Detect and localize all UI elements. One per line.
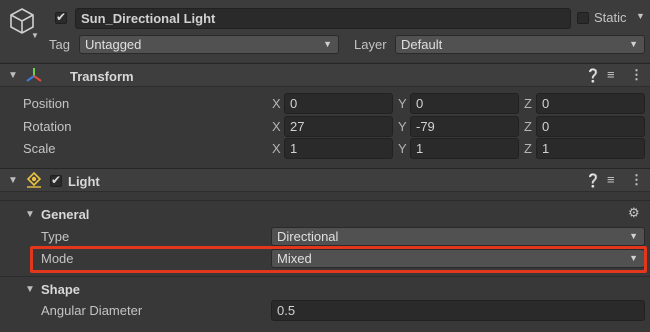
shape-title: Shape [41,282,81,297]
transform-title: Transform [70,69,134,84]
rotation-z-axis[interactable]: Z [524,119,532,134]
rotation-y-axis[interactable]: Y [398,119,407,134]
type-dropdown[interactable]: Directional ▼ [271,227,645,246]
position-z-value: 0 [542,96,550,111]
icon-dropdown-caret-icon[interactable]: ▼ [31,31,39,40]
presets-icon[interactable]: ≡ [607,67,615,82]
layer-value: Default [401,37,443,52]
rotation-z-field[interactable]: 0 [536,116,645,137]
tag-value: Untagged [85,37,142,52]
scale-z-field[interactable]: 1 [536,138,645,159]
general-separator [0,200,650,201]
position-z-field[interactable]: 0 [536,93,645,114]
general-foldout-icon[interactable]: ▼ [25,209,35,220]
scale-y-field[interactable]: 1 [410,138,519,159]
rotation-x-field[interactable]: 27 [284,116,393,137]
light-help-icon[interactable]: ❔ [585,173,601,189]
mode-highlight-box [30,246,647,273]
rotation-x-value: 27 [290,119,305,134]
more-options-icon[interactable]: ⋮ [630,67,643,83]
static-dropdown-arrow-icon[interactable]: ▼ [636,11,645,21]
rotation-y-field[interactable]: -79 [410,116,519,137]
layer-dropdown-arrow-icon: ▼ [629,39,638,49]
scale-x-value: 1 [290,141,298,156]
type-dropdown-arrow-icon: ▼ [629,231,638,241]
rotation-label: Rotation [23,119,72,134]
position-x-field[interactable]: 0 [284,93,393,114]
static-checkbox[interactable] [577,12,589,24]
transform-foldout-icon[interactable]: ▼ [8,70,18,81]
position-x-value: 0 [290,96,298,111]
scale-label: Scale [23,141,56,156]
light-foldout-icon[interactable]: ▼ [8,175,18,186]
position-y-axis[interactable]: Y [398,96,407,111]
shape-separator [0,276,650,277]
general-settings-gear-icon[interactable]: ⚙ [628,205,640,221]
position-y-value: 0 [416,96,424,111]
light-enabled-checkbox[interactable] [50,173,62,187]
angular-diameter-value: 0.5 [277,303,296,318]
light-bulb-icon [26,171,42,188]
light-more-options-icon[interactable]: ⋮ [630,172,643,188]
rotation-z-value: 0 [542,119,550,134]
scale-x-field[interactable]: 1 [284,138,393,159]
scale-x-axis[interactable]: X [272,141,281,156]
angular-diameter-label: Angular Diameter [41,303,143,318]
object-name-text: Sun_Directional Light [81,11,216,26]
active-checkbox[interactable] [55,10,67,24]
light-title: Light [68,174,100,189]
general-title: General [41,207,90,222]
object-name-field[interactable]: Sun_Directional Light [75,8,571,29]
position-y-field[interactable]: 0 [410,93,519,114]
help-icon[interactable]: ❔ [585,68,601,84]
scale-y-axis[interactable]: Y [398,141,407,156]
layer-label: Layer [354,37,387,52]
rotation-y-value: -79 [416,119,435,134]
tag-dropdown[interactable]: Untagged ▼ [79,35,339,54]
type-label: Type [41,229,70,244]
scale-z-axis[interactable]: Z [524,141,532,156]
angular-diameter-field[interactable]: 0.5 [271,300,645,321]
light-presets-icon[interactable]: ≡ [607,172,615,187]
position-x-axis[interactable]: X [272,96,281,111]
rotation-x-axis[interactable]: X [272,119,281,134]
tag-label: Tag [49,37,70,52]
scale-z-value: 1 [542,141,550,156]
transform-axes-icon [26,68,42,82]
scale-y-value: 1 [416,141,424,156]
position-z-axis[interactable]: Z [524,96,532,111]
shape-foldout-icon[interactable]: ▼ [25,284,35,295]
type-value: Directional [277,229,339,244]
static-label: Static [594,10,627,25]
layer-dropdown[interactable]: Default ▼ [395,35,645,54]
position-label: Position [23,96,70,111]
tag-dropdown-arrow-icon: ▼ [323,39,332,49]
